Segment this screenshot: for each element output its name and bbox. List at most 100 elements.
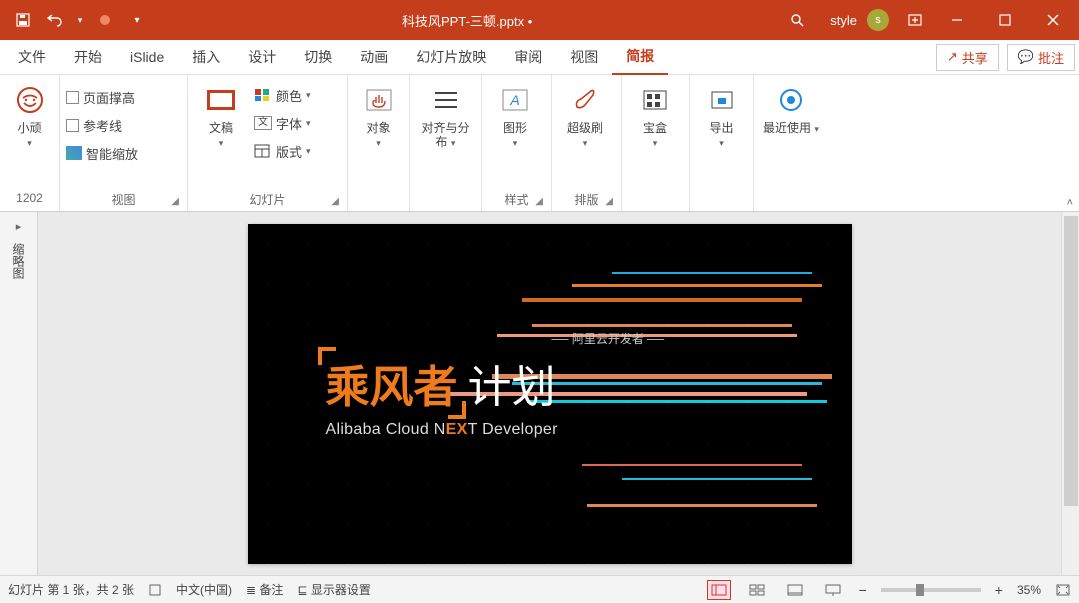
thumbnail-label[interactable]: 缩略图 [10, 243, 27, 279]
slide-counter[interactable]: 幻灯片 第 1 张，共 2 张 [8, 581, 134, 598]
smart-zoom-icon [66, 146, 82, 160]
display-icon: ⊑ [297, 583, 310, 597]
tabs-row: 文件 开始 iSlide 插入 设计 切换 动画 幻灯片放映 审阅 视图 简报 … [0, 40, 1079, 75]
group-left-number: 1202 [6, 191, 53, 209]
display-label: 显示器设置 [311, 583, 371, 597]
zoom-handle[interactable] [916, 584, 924, 596]
fit-window-icon[interactable] [1055, 583, 1071, 597]
tab-brief[interactable]: 简报 [612, 40, 668, 75]
brush-icon [568, 83, 602, 117]
pane-expand-icon[interactable]: ▸ [16, 220, 22, 233]
doc-label: 文稿 [209, 121, 233, 135]
sorter-view-icon[interactable] [745, 580, 769, 600]
xiaowan-button[interactable]: 小顽 [6, 79, 53, 154]
color-label: 颜色 [276, 86, 302, 105]
save-icon[interactable] [10, 7, 36, 33]
document-title: 科技风PPT-三顿.pptx • [150, 11, 784, 30]
vertical-scrollbar[interactable] [1061, 212, 1079, 575]
language-button[interactable]: 中文(中国) [176, 581, 232, 598]
box-label: 宝盒 [643, 121, 667, 135]
launcher-icon[interactable]: ◢ [535, 196, 543, 207]
doc-icon [204, 83, 238, 117]
glitch-decoration [582, 464, 802, 466]
xiaowan-label: 小顽 [17, 121, 41, 135]
layout-button[interactable]: 版式 ▾ [254, 139, 311, 163]
superbr-button[interactable]: 超级刷 [558, 79, 612, 154]
doc-button[interactable]: 文稿 [194, 79, 248, 154]
notes-icon: ≣ [246, 583, 259, 597]
zoom-slider[interactable] [881, 588, 981, 592]
layout-label: 版式 [276, 142, 302, 161]
search-icon[interactable] [784, 7, 810, 33]
title-bar: ▾ ▾ 科技风PPT-三顿.pptx • style s [0, 0, 1079, 40]
close-icon[interactable] [1031, 0, 1075, 40]
align-label: 对齐与分布 [421, 121, 469, 149]
tab-slideshow[interactable]: 幻灯片放映 [402, 40, 500, 75]
tab-review[interactable]: 审阅 [500, 40, 556, 75]
group-view-label: 视图 [111, 193, 135, 207]
color-icon [254, 88, 272, 102]
layout-icon [254, 144, 272, 158]
tab-file[interactable]: 文件 [4, 40, 60, 75]
font-icon: 文 [254, 116, 272, 130]
tab-home[interactable]: 开始 [60, 40, 116, 75]
comments-button[interactable]: 💬批注 [1007, 44, 1075, 71]
svg-text:A: A [509, 92, 519, 108]
recent-button[interactable]: 最近使用 [760, 79, 822, 139]
tab-design[interactable]: 设计 [234, 40, 290, 75]
glitch-decoration [622, 478, 812, 480]
align-button[interactable]: 对齐与分布 [416, 79, 475, 154]
hand-icon [362, 83, 396, 117]
normal-view-icon[interactable] [707, 580, 731, 600]
zoom-in-icon[interactable]: + [995, 582, 1003, 598]
guides-checkbox[interactable]: 参考线 [66, 113, 138, 137]
tab-transitions[interactable]: 切换 [290, 40, 346, 75]
comments-label: 批注 [1038, 48, 1064, 67]
slideshow-view-icon[interactable] [821, 580, 845, 600]
qat-customize-icon[interactable]: ▾ [124, 7, 150, 33]
slide-text-block[interactable]: ── 阿里云开发者 ── 乘风者 计划 Alibaba Cloud NEXT D… [326, 330, 665, 439]
record-icon[interactable] [92, 7, 118, 33]
export-label: 导出 [709, 121, 733, 135]
undo-icon[interactable] [42, 7, 68, 33]
launcher-icon[interactable]: ◢ [331, 196, 339, 207]
export-button[interactable]: 导出 [696, 79, 747, 154]
zoom-out-icon[interactable]: − [859, 582, 867, 598]
maximize-icon[interactable] [983, 0, 1027, 40]
launcher-icon[interactable]: ◢ [171, 196, 179, 207]
font-label: 字体 [276, 114, 302, 133]
share-button[interactable]: ↗共享 [936, 44, 999, 71]
object-label: 对象 [366, 121, 390, 135]
slide-canvas[interactable]: ── 阿里云开发者 ── 乘风者 计划 Alibaba Cloud NEXT D… [38, 212, 1061, 575]
slide-title-white: 计划 [468, 351, 556, 415]
accessibility-icon[interactable] [148, 583, 162, 597]
notes-button[interactable]: ≣ 备注 [246, 581, 283, 598]
tab-view[interactable]: 视图 [556, 40, 612, 75]
user-avatar[interactable]: s [867, 9, 889, 31]
object-button[interactable]: 对象 [354, 79, 403, 154]
ribbon-display-icon[interactable] [899, 0, 931, 40]
minimize-icon[interactable] [935, 0, 979, 40]
collapse-ribbon-icon[interactable]: ˄ [1067, 197, 1073, 209]
slide-subtitle-en: Alibaba Cloud NEXT Developer [326, 421, 665, 439]
tab-insert[interactable]: 插入 [178, 40, 234, 75]
comment-icon: 💬 [1018, 49, 1034, 65]
box-button[interactable]: 宝盒 [628, 79, 682, 154]
slide-subtitle: ── 阿里云开发者 ── [552, 330, 665, 347]
display-settings-button[interactable]: ⊑ 显示器设置 [297, 581, 370, 598]
slide[interactable]: ── 阿里云开发者 ── 乘风者 计划 Alibaba Cloud NEXT D… [248, 224, 852, 564]
zoom-value[interactable]: 35% [1017, 583, 1041, 597]
font-button[interactable]: 文字体 ▾ [254, 111, 311, 135]
undo-dropdown-icon[interactable]: ▾ [74, 7, 86, 33]
group-style-label: 样式 [504, 193, 528, 207]
scrollbar-thumb[interactable] [1064, 216, 1078, 506]
tab-islide[interactable]: iSlide [116, 40, 178, 75]
reading-view-icon[interactable] [783, 580, 807, 600]
launcher-icon[interactable]: ◢ [605, 196, 613, 207]
tab-animations[interactable]: 动画 [346, 40, 402, 75]
smart-zoom-button[interactable]: 智能缩放 [66, 141, 138, 165]
page-height-checkbox[interactable]: 页面撑高 [66, 85, 138, 109]
glitch-decoration [587, 504, 817, 507]
shape-button[interactable]: A 图形 [488, 79, 542, 154]
color-button[interactable]: 颜色 ▾ [254, 83, 311, 107]
